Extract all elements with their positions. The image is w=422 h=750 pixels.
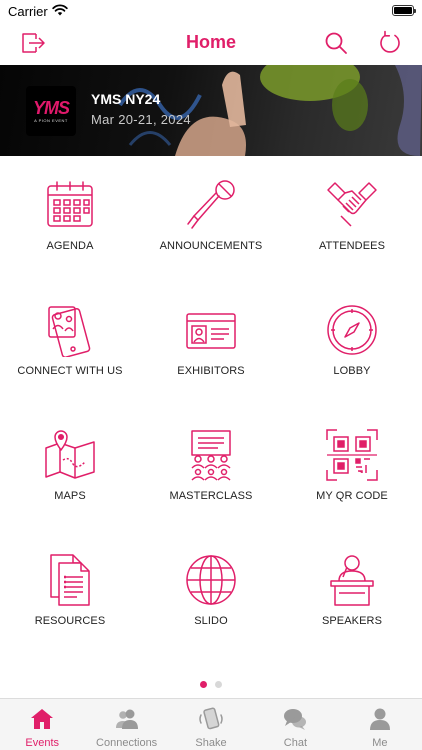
speaker-podium-icon xyxy=(330,555,374,606)
event-logo: YMS A PION EVENT xyxy=(26,86,76,136)
tile-speakers[interactable]: SPEAKERS xyxy=(282,531,422,656)
tile-label: MAPS xyxy=(54,490,86,502)
tile-lobby[interactable]: LOBBY xyxy=(282,281,422,406)
phone-social-icon xyxy=(48,306,91,358)
tile-label: SLIDO xyxy=(194,615,228,627)
page-title: Home xyxy=(185,32,236,52)
tile-exhibitors[interactable]: EXHIBITORS xyxy=(141,281,281,406)
event-name: YMS NY24 xyxy=(91,91,161,107)
tab-chat[interactable]: Chat xyxy=(253,699,337,750)
chat-bubbles-icon xyxy=(284,709,307,730)
tile-label: RESOURCES xyxy=(34,615,106,627)
tile-masterclass[interactable]: MASTERCLASS xyxy=(141,406,281,531)
compass-icon xyxy=(327,305,377,355)
event-logo-subtext: A PION EVENT xyxy=(34,118,68,123)
search-icon xyxy=(325,32,347,54)
tile-label: ATTENDEES xyxy=(318,240,386,252)
tile-label: MY QR CODE xyxy=(316,490,388,502)
tile-attendees[interactable]: ATTENDEES xyxy=(282,156,422,281)
microphone-icon xyxy=(187,180,235,229)
tab-label: Connections xyxy=(96,737,158,749)
page-indicator[interactable] xyxy=(0,681,422,689)
shake-phone-icon xyxy=(199,707,223,730)
tab-me[interactable]: Me xyxy=(338,699,422,750)
event-logo-text: YMS xyxy=(32,98,70,118)
tile-label: AGENDA xyxy=(46,240,94,252)
tile-agenda[interactable]: AGENDA xyxy=(0,156,140,281)
refresh-icon xyxy=(380,30,400,53)
home-icon xyxy=(31,709,54,729)
feature-grid: AGENDA ANNOUNCEMENTS ATTENDEES CONNECT W… xyxy=(0,156,422,670)
refresh-button[interactable] xyxy=(375,28,405,58)
navigation-bar: Home xyxy=(0,22,422,65)
tab-label: Me xyxy=(372,737,388,749)
page-dot[interactable] xyxy=(215,681,222,688)
documents-icon xyxy=(50,554,90,606)
status-bar: Carrier xyxy=(0,0,422,22)
page-dot-active[interactable] xyxy=(200,681,207,688)
tile-label: ANNOUNCEMENTS xyxy=(159,240,263,252)
event-dates: Mar 20-21, 2024 xyxy=(91,112,191,127)
person-icon xyxy=(369,708,390,730)
event-banner[interactable]: YMS A PION EVENT YMS NY24 Mar 20-21, 202… xyxy=(0,65,422,156)
search-button[interactable] xyxy=(321,28,351,58)
tile-label: LOBBY xyxy=(333,365,371,377)
calendar-icon xyxy=(47,181,93,227)
tile-label: EXHIBITORS xyxy=(177,365,245,377)
tab-label: Shake xyxy=(195,737,227,749)
tile-connect-with-us[interactable]: CONNECT WITH US xyxy=(0,281,140,406)
carrier-label: Carrier xyxy=(8,4,48,19)
tile-maps[interactable]: MAPS xyxy=(0,406,140,531)
tile-announcements[interactable]: ANNOUNCEMENTS xyxy=(141,156,281,281)
tab-bar: Events Connections Shake Chat Me xyxy=(0,698,422,750)
tab-label: Chat xyxy=(283,737,308,749)
wifi-icon xyxy=(52,4,68,16)
tab-label: Events xyxy=(25,737,60,749)
classroom-icon xyxy=(191,430,231,481)
tab-events[interactable]: Events xyxy=(0,699,84,750)
handshake-icon xyxy=(327,182,377,227)
qr-code-icon xyxy=(326,429,378,481)
id-card-icon xyxy=(186,313,236,349)
people-icon xyxy=(115,709,138,729)
tile-slido[interactable]: SLIDO xyxy=(141,531,281,656)
tile-label: MASTERCLASS xyxy=(169,490,253,502)
tile-label: CONNECT WITH US xyxy=(17,365,123,377)
tile-my-qr-code[interactable]: MY QR CODE xyxy=(282,406,422,531)
tab-connections[interactable]: Connections xyxy=(84,699,168,750)
tile-resources[interactable]: RESOURCES xyxy=(0,531,140,656)
tile-label: SPEAKERS xyxy=(321,615,383,627)
globe-icon xyxy=(186,555,236,605)
map-pin-icon xyxy=(45,430,95,479)
battery-icon xyxy=(392,5,416,16)
tab-shake[interactable]: Shake xyxy=(169,699,253,750)
